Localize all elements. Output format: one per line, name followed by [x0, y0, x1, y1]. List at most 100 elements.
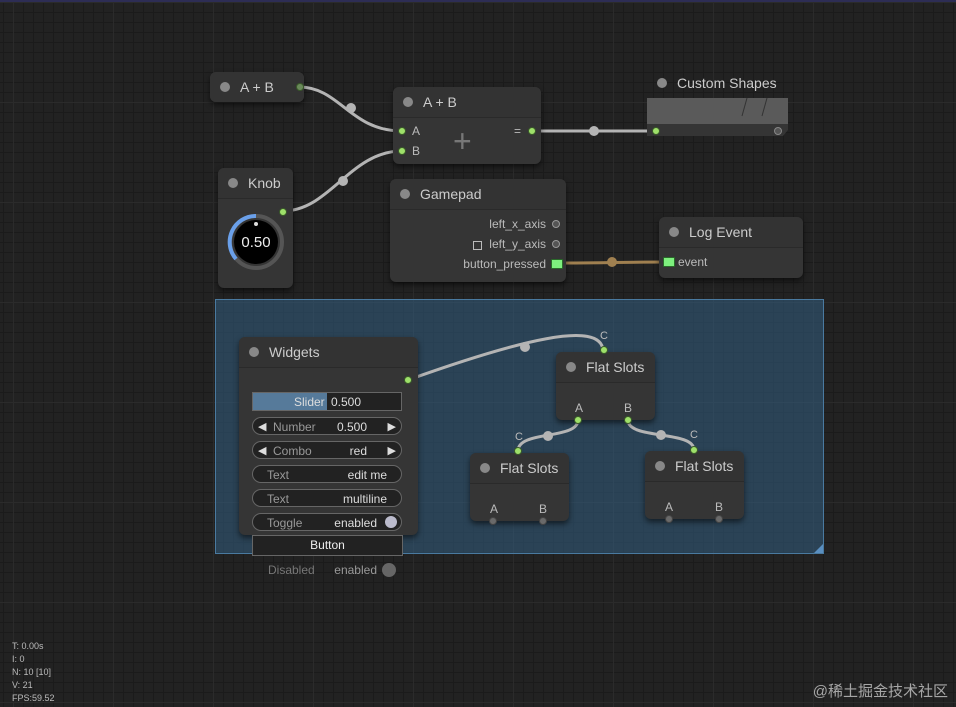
collapse-toggle-icon[interactable]: [220, 82, 230, 92]
collapse-toggle-icon[interactable]: [566, 362, 576, 372]
collapse-toggle-icon[interactable]: [480, 463, 490, 473]
output-slot-button-pressed[interactable]: [551, 259, 563, 269]
output-slot-b[interactable]: [624, 416, 632, 424]
node-sum-collapsed[interactable]: A + B: [210, 72, 304, 102]
next-arrow-icon[interactable]: ▶: [388, 444, 396, 457]
widget-value: enabled: [334, 516, 377, 530]
collapse-toggle-icon[interactable]: [400, 189, 410, 199]
widget-label: Disabled: [268, 563, 315, 577]
input-slot-c[interactable]: [690, 446, 698, 454]
slider-widget[interactable]: Slider 0.500: [252, 392, 402, 411]
link-center: [589, 126, 599, 136]
collapse-toggle-icon[interactable]: [403, 97, 413, 107]
slider-value: 0.500: [331, 395, 362, 409]
slot-label-c: C: [600, 330, 608, 342]
input-slot-a[interactable]: [398, 127, 406, 135]
output-slot[interactable]: [774, 127, 782, 135]
node-widgets[interactable]: Widgets Slider 0.500 ◀ Number 0.500 ▶ ◀ …: [239, 337, 418, 535]
stat-time: T: 0.00s: [12, 641, 44, 651]
node-flat-slots-right[interactable]: Flat Slots C A B: [645, 429, 744, 523]
node-title[interactable]: Flat Slots: [470, 453, 569, 484]
toggle-widget[interactable]: Toggle enabled: [252, 513, 402, 531]
collapse-toggle-icon[interactable]: [228, 178, 238, 188]
widget-label: Toggle: [267, 516, 303, 530]
slot-label-c: C: [515, 431, 523, 443]
stat-iterations: I: 0: [12, 654, 25, 664]
slot-label-b: B: [539, 502, 548, 516]
slot-label-b: B: [715, 500, 724, 514]
node-title-text: Log Event: [689, 224, 753, 240]
watermark: @稀土掘金技术社区: [812, 683, 948, 700]
widget-label: Number: [273, 420, 316, 434]
output-slot-left-y-axis[interactable]: [552, 240, 560, 248]
slot-label-left-y-axis: left_y_axis: [489, 237, 546, 251]
input-slot-b[interactable]: [398, 147, 406, 155]
output-slot-b[interactable]: [539, 517, 547, 525]
node-title[interactable]: Widgets: [239, 337, 418, 368]
button-widget[interactable]: Button: [252, 535, 403, 556]
node-title-text: Flat Slots: [586, 359, 645, 375]
widget-value: red: [349, 444, 367, 458]
link-knob-to-sum: [282, 149, 403, 213]
output-slot-left-x-axis[interactable]: [552, 220, 560, 228]
node-flat-slots-left[interactable]: Flat Slots C A B: [470, 431, 569, 525]
slot-label-event: event: [678, 255, 708, 269]
slot-label-a: A: [575, 401, 584, 415]
collapse-toggle-icon[interactable]: [655, 461, 665, 471]
node-title[interactable]: A + B: [393, 87, 541, 118]
node-log-event[interactable]: Log Event event: [659, 217, 803, 278]
link-center: [607, 257, 617, 267]
node-title[interactable]: Log Event: [659, 217, 803, 248]
checkbox-icon[interactable]: [473, 241, 482, 250]
output-slot[interactable]: [404, 376, 412, 384]
node-title[interactable]: A + B: [210, 72, 304, 102]
widget-label: Text: [267, 492, 290, 506]
link-center: [346, 103, 356, 113]
combo-widget[interactable]: ◀ Combo red ▶: [252, 441, 402, 459]
number-widget[interactable]: ◀ Number 0.500 ▶: [252, 417, 402, 435]
top-border: [0, 0, 956, 2]
input-slot-event[interactable]: [663, 257, 675, 267]
widget-label: Combo: [273, 444, 312, 458]
input-slot-c[interactable]: [514, 447, 522, 455]
node-title-text: Flat Slots: [675, 458, 734, 474]
group-resize-handle[interactable]: [814, 544, 823, 553]
collapse-toggle-icon[interactable]: [249, 347, 259, 357]
previous-arrow-icon[interactable]: ◀: [258, 444, 266, 457]
node-title[interactable]: Flat Slots: [556, 352, 655, 383]
node-title[interactable]: Flat Slots: [645, 451, 744, 482]
node-title-text: A + B: [423, 94, 457, 110]
collapse-toggle-icon[interactable]: [657, 78, 667, 88]
increment-arrow-icon[interactable]: ▶: [388, 420, 396, 433]
node-knob[interactable]: Knob 0.50: [218, 168, 293, 288]
toggle-knob-icon: [382, 563, 396, 577]
node-sum[interactable]: A + B A B = +: [393, 87, 541, 164]
output-slot-a[interactable]: [489, 517, 497, 525]
input-slot[interactable]: [652, 127, 660, 135]
slider-label: Slider: [294, 395, 325, 409]
node-title[interactable]: Gamepad: [390, 179, 566, 210]
output-slot[interactable]: [296, 83, 304, 91]
node-gamepad[interactable]: Gamepad left_x_axis left_y_axis button_p…: [390, 179, 566, 282]
node-custom-shapes[interactable]: Custom Shapes: [647, 70, 788, 136]
slot-label-a: A: [665, 500, 674, 514]
disabled-toggle-widget: Disabled enabled: [252, 561, 403, 579]
node-title-text: A + B: [240, 79, 274, 95]
output-slot-a[interactable]: [574, 416, 582, 424]
node-title[interactable]: Knob: [218, 168, 293, 199]
input-slot-c[interactable]: [600, 346, 608, 354]
slot-label-a: A: [412, 124, 421, 138]
node-title-text: Flat Slots: [500, 460, 559, 476]
multiline-text-widget[interactable]: Text multiline: [252, 489, 402, 507]
collapse-toggle-icon[interactable]: [669, 227, 679, 237]
output-slot[interactable]: [528, 127, 536, 135]
node-title-text: Knob: [248, 175, 281, 191]
decrement-arrow-icon[interactable]: ◀: [258, 420, 266, 433]
output-slot-b[interactable]: [715, 515, 723, 523]
knob-dial[interactable]: 0.50: [226, 212, 286, 272]
node-flat-slots-top[interactable]: Flat Slots C A B: [556, 330, 655, 424]
slot-label-output: =: [514, 124, 522, 138]
output-slot-a[interactable]: [665, 515, 673, 523]
stat-fps: FPS:59.52: [12, 693, 55, 703]
text-widget[interactable]: Text edit me: [252, 465, 402, 483]
